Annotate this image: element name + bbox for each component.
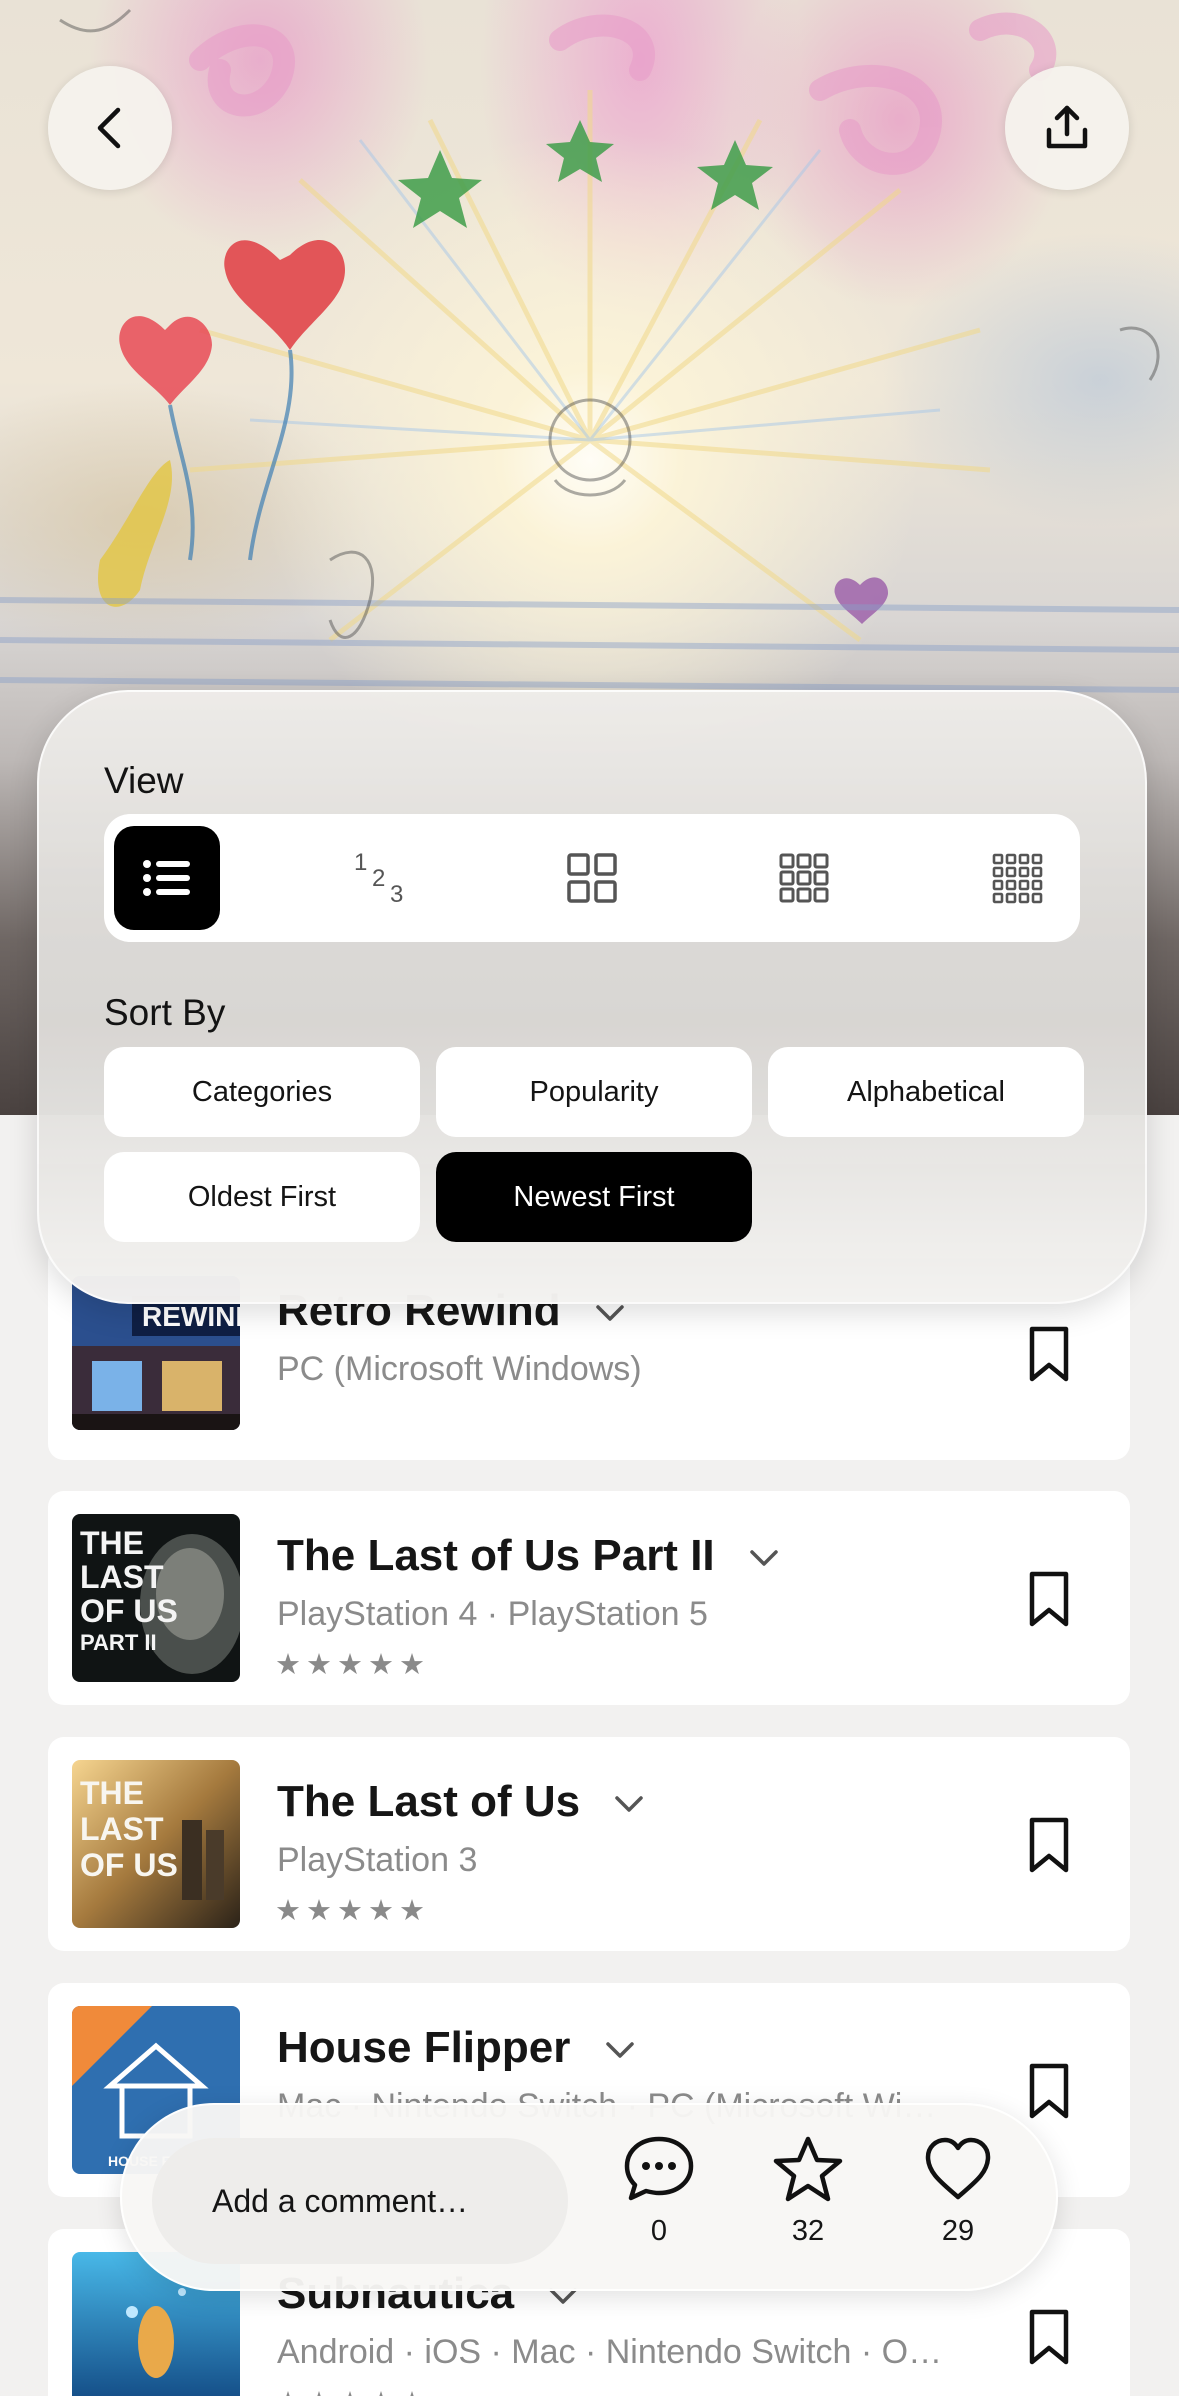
rate-button[interactable]: 32 (753, 2135, 863, 2248)
chevron-down-icon[interactable] (749, 1548, 779, 1568)
game-title[interactable]: The Last of Us (277, 1777, 644, 1827)
comments-count: 0 (650, 2215, 668, 2247)
game-card[interactable]: THE LAST OF US PART II The Last of Us Pa… (48, 1491, 1130, 1705)
heart-icon (925, 2137, 991, 2200)
view-selector: 1 2 3 (104, 814, 1080, 942)
bookmark-icon[interactable] (1028, 1816, 1070, 1874)
sort-popularity-button[interactable]: Popularity (436, 1047, 752, 1137)
chevron-down-icon[interactable] (605, 2040, 635, 2060)
svg-text:LAST: LAST (80, 1811, 164, 1847)
grid-3x3-icon (779, 853, 829, 903)
grid-2x2-icon (567, 853, 617, 903)
comment-input[interactable]: Add a comment… (152, 2138, 568, 2264)
comments-button[interactable]: 0 (604, 2135, 714, 2248)
svg-text:3: 3 (390, 881, 403, 908)
share-button[interactable] (1005, 66, 1129, 190)
game-platforms: PlayStation 3 (277, 1841, 478, 1879)
sort-by-label: Sort By (104, 992, 226, 1033)
svg-text:THE: THE (80, 1525, 144, 1561)
sort-newest-first-button[interactable]: Newest First (436, 1152, 752, 1242)
game-title[interactable]: House Flipper (277, 2023, 635, 2073)
ranked-numbers-icon: 1 2 3 (354, 849, 403, 908)
share-upload-icon (1046, 105, 1088, 149)
view-option-grid-2[interactable] (539, 826, 645, 930)
game-cover-image: THE LAST OF US PART II (72, 1514, 240, 1682)
chevron-down-icon[interactable] (614, 1794, 644, 1814)
view-label: View (104, 760, 184, 801)
svg-text:OF US: OF US (80, 1847, 178, 1883)
rating-stars: ★★★★★ (275, 2385, 430, 2396)
bookmark-icon[interactable] (1028, 1570, 1070, 1628)
game-card[interactable]: THE LAST OF US The Last of Us PlayStatio… (48, 1737, 1130, 1951)
chevron-down-icon[interactable] (595, 1303, 625, 1323)
view-option-ranked[interactable]: 1 2 3 (327, 826, 433, 930)
svg-text:LAST: LAST (80, 1559, 164, 1595)
grid-4x4-icon (992, 853, 1043, 904)
rating-stars: ★★★★★ (275, 1893, 430, 1927)
sort-oldest-first-button[interactable]: Oldest First (104, 1152, 420, 1242)
game-platforms: PlayStation 4 · PlayStation 5 (277, 1595, 708, 1633)
view-option-grid-3[interactable] (751, 826, 857, 930)
chevron-left-icon (97, 107, 121, 149)
view-option-list[interactable] (114, 826, 220, 930)
game-platforms: PC (Microsoft Windows) (277, 1350, 642, 1388)
game-title[interactable]: The Last of Us Part II (277, 1531, 779, 1581)
list-icon (143, 860, 190, 896)
bookmark-icon[interactable] (1028, 1325, 1070, 1383)
like-button[interactable]: 29 (903, 2135, 1013, 2248)
back-button[interactable] (48, 66, 172, 190)
bookmark-icon[interactable] (1028, 2062, 1070, 2120)
game-cover-image: THE LAST OF US (72, 1760, 240, 1928)
view-sort-panel: View 1 2 3 Sort By Categories Popularity… (37, 690, 1147, 1304)
bookmark-icon[interactable] (1028, 2308, 1070, 2366)
svg-text:REWIND: REWIND (142, 1301, 240, 1332)
svg-text:1: 1 (354, 849, 367, 876)
likes-count: 29 (941, 2215, 975, 2247)
comment-bar: Add a comment… 0 32 29 (120, 2103, 1058, 2291)
sort-alphabetical-button[interactable]: Alphabetical (768, 1047, 1084, 1137)
rating-stars: ★★★★★ (275, 1647, 430, 1681)
svg-text:OF US: OF US (80, 1593, 178, 1629)
stars-count: 32 (791, 2215, 825, 2247)
comment-bubble-icon (624, 2136, 694, 2201)
svg-text:2: 2 (372, 865, 385, 892)
game-platforms: Android · iOS · Mac · Nintendo Switch · … (277, 2333, 943, 2371)
star-icon (773, 2136, 843, 2202)
svg-text:THE: THE (80, 1775, 144, 1811)
view-option-grid-4[interactable] (964, 826, 1070, 930)
svg-text:PART II: PART II (80, 1630, 157, 1655)
sort-categories-button[interactable]: Categories (104, 1047, 420, 1137)
